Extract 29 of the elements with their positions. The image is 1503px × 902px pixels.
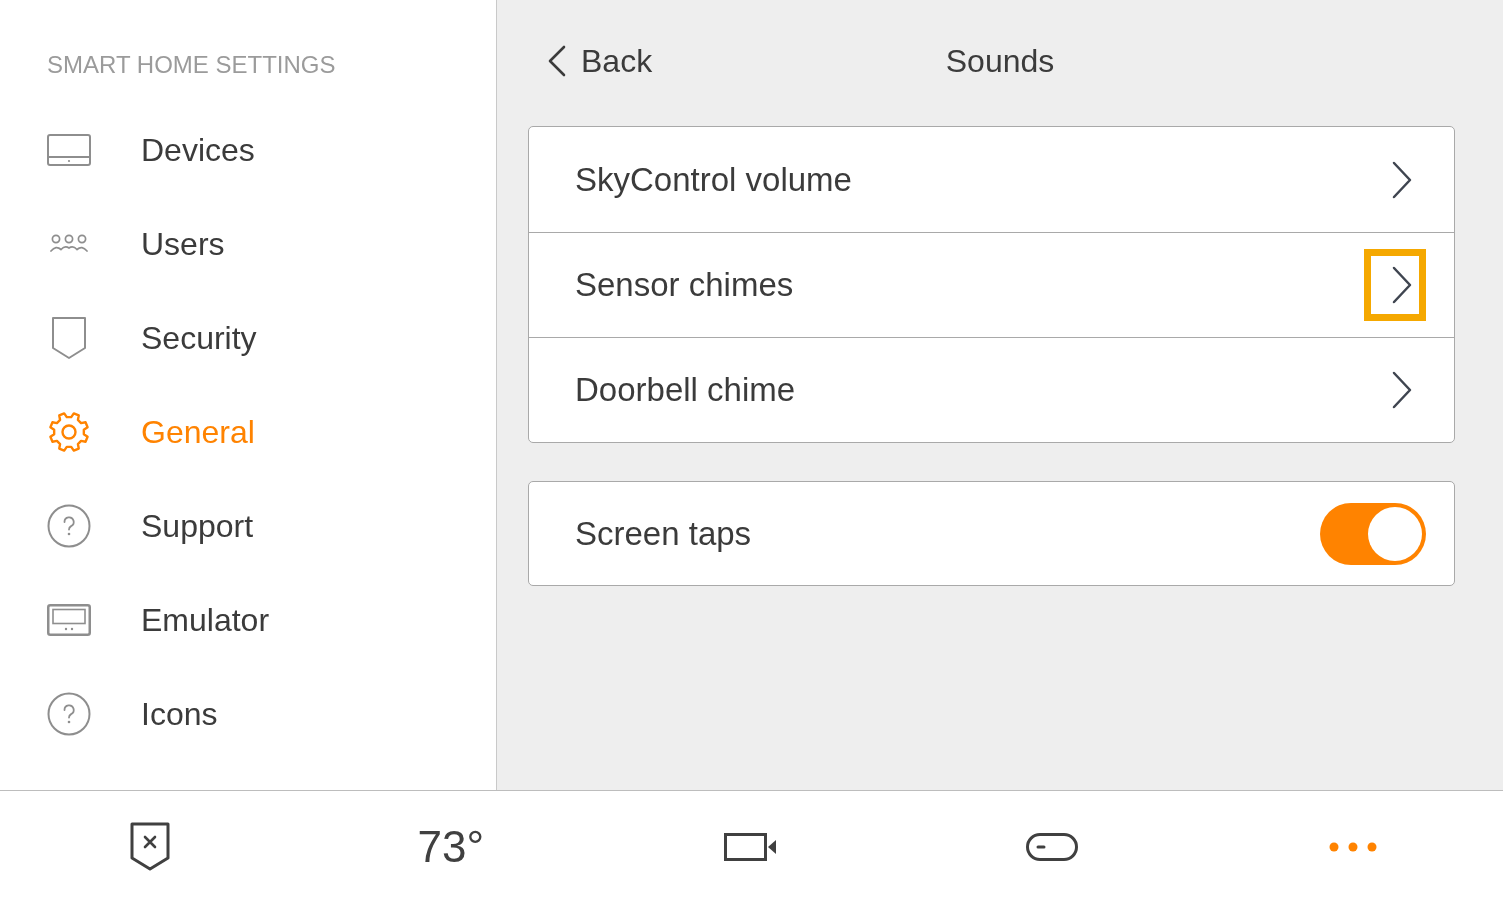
help-icon bbox=[47, 504, 91, 548]
page-title: Sounds bbox=[945, 42, 1055, 80]
chevron-right-icon bbox=[1392, 266, 1412, 304]
sidebar-item[interactable]: Users bbox=[47, 214, 225, 274]
monitor-icon bbox=[47, 604, 91, 636]
gear-icon bbox=[48, 411, 90, 453]
nav-tab[interactable]: 73° bbox=[413, 817, 489, 876]
settings-row[interactable]: Sensor chimes bbox=[529, 232, 1454, 337]
sidebar-item[interactable]: Security bbox=[47, 308, 257, 368]
chevron-left-icon bbox=[548, 45, 566, 77]
sidebar-item[interactable]: Support bbox=[47, 496, 254, 556]
help-icon bbox=[47, 692, 91, 736]
sidebar-item[interactable]: Devices bbox=[47, 120, 255, 180]
settings-row[interactable]: Doorbell chime bbox=[529, 337, 1454, 442]
pill-icon bbox=[1026, 832, 1079, 861]
shield-icon bbox=[51, 316, 87, 360]
chevron-right-icon bbox=[1392, 371, 1412, 409]
users-icon bbox=[50, 234, 88, 254]
sidebar-item[interactable]: Icons bbox=[47, 684, 218, 744]
sidebar-item[interactable]: Emulator bbox=[47, 590, 270, 650]
video-camera-icon bbox=[724, 832, 779, 861]
settings-row[interactable]: SkyControl volume bbox=[529, 127, 1454, 232]
row-label: Screen taps bbox=[575, 514, 752, 553]
sidebar-heading: SMART HOME SETTINGS bbox=[47, 50, 337, 80]
tablet-icon bbox=[47, 134, 91, 166]
shield-x-icon bbox=[130, 822, 171, 871]
back-button[interactable]: Back bbox=[548, 42, 653, 80]
more-icon bbox=[1328, 841, 1377, 852]
chevron-right-icon bbox=[1392, 160, 1412, 199]
